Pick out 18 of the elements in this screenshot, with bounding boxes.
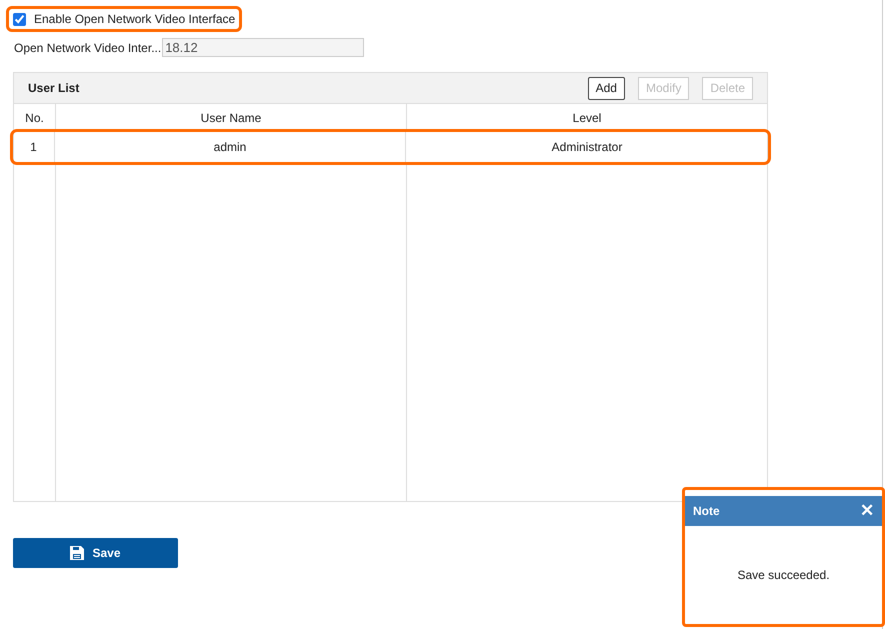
- close-button[interactable]: ✕: [860, 498, 874, 524]
- enable-checkbox[interactable]: [13, 12, 26, 26]
- toolbar-button[interactable]: Add: [588, 76, 625, 100]
- table-cell: admin: [54, 132, 405, 162]
- save-button[interactable]: Save: [13, 538, 178, 568]
- table-cell: Administrator: [405, 132, 768, 162]
- table-row[interactable]: 1 admin Administrator: [13, 132, 768, 162]
- enable-checkbox-row[interactable]: Enable Open Network Video Interface: [6, 6, 242, 32]
- table-cell-text: 1: [29, 139, 38, 156]
- dialog-message: Save succeeded.: [737, 567, 830, 584]
- column-header: Level: [406, 104, 767, 132]
- column-header: No.: [24, 110, 45, 127]
- panel-title: User List: [28, 80, 80, 97]
- checkbox-label: Enable Open Network Video Interface: [34, 11, 236, 28]
- field-label: Open Network Video Inter...: [14, 40, 162, 56]
- version-field[interactable]: 18.12: [162, 38, 364, 57]
- column-header: User Name: [55, 104, 406, 132]
- dialog-title: Note: [693, 503, 721, 520]
